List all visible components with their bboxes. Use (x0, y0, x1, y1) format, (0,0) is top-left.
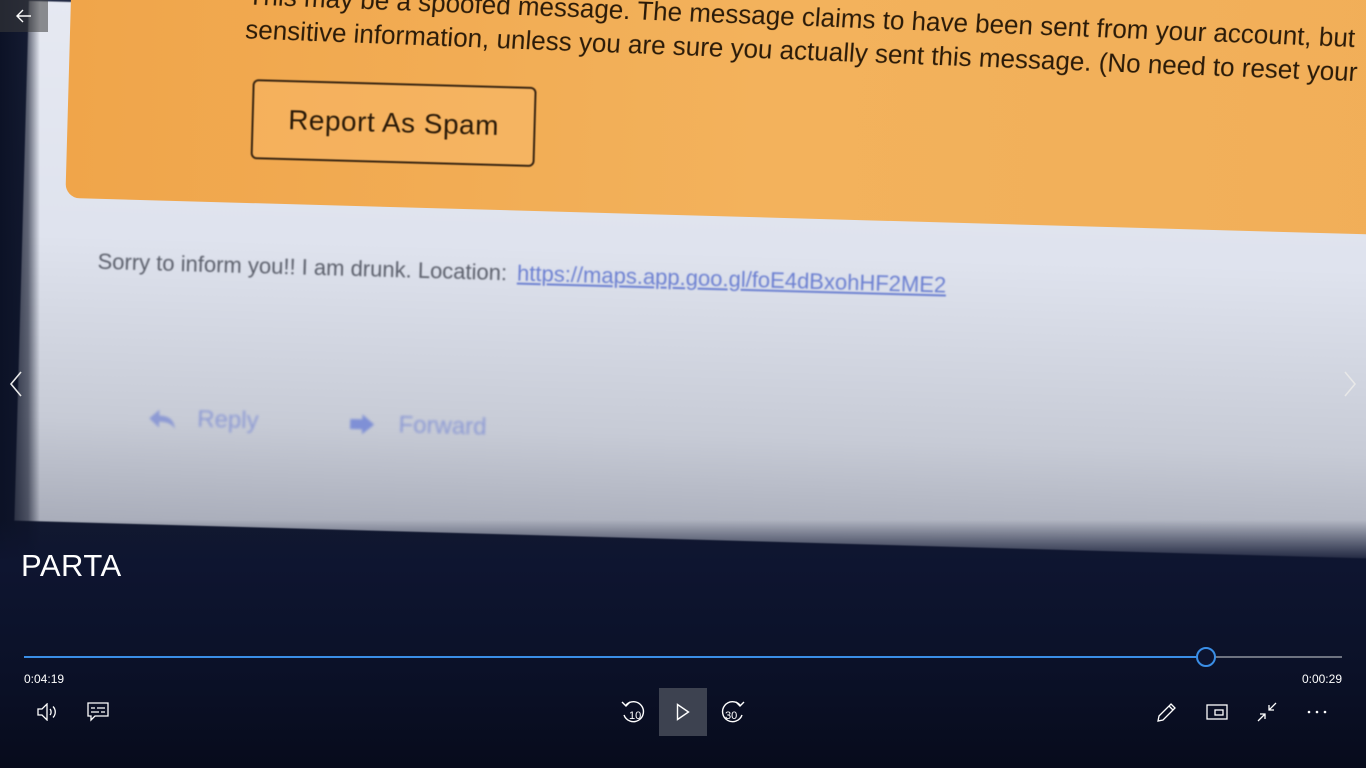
report-spam-button: Report As Spam (250, 79, 537, 168)
elapsed-time: 0:04:19 (24, 672, 65, 686)
more-icon (1307, 710, 1327, 714)
seek-thumb[interactable] (1195, 647, 1216, 667)
forward-seconds: 30 (725, 710, 738, 722)
mini-view-button[interactable] (1193, 688, 1241, 736)
play-button[interactable] (659, 688, 707, 736)
next-button[interactable] (1338, 368, 1362, 400)
warning-text: This may be a spoofed message. The messa… (244, 0, 1366, 94)
seek-bar[interactable] (24, 647, 1342, 667)
rewind-10-button[interactable]: 10 (609, 688, 657, 736)
back-button[interactable] (0, 0, 48, 32)
more-options-button[interactable] (1293, 688, 1341, 736)
previous-button[interactable] (4, 368, 28, 400)
subtitles-button[interactable] (74, 688, 122, 736)
rewind-seconds: 10 (629, 710, 642, 722)
edit-button[interactable] (1143, 688, 1191, 736)
seek-progress (24, 656, 1205, 658)
video-title: PARTA (21, 548, 122, 583)
forward-30-button[interactable]: 30 (709, 688, 757, 736)
frame-left-shadow (0, 0, 40, 560)
forward-label: Forward (398, 411, 487, 441)
forward-icon (350, 414, 375, 435)
reply-icon (149, 409, 175, 430)
chevron-right-icon (1344, 371, 1357, 397)
subtitles-icon (87, 702, 109, 722)
back-arrow-icon (16, 9, 31, 23)
video-frame: This may be a spoofed message. The messa… (0, 0, 1366, 768)
photographed-screen: This may be a spoofed message. The messa… (0, 0, 1366, 599)
pen-icon (1157, 703, 1176, 722)
spoof-warning-banner: This may be a spoofed message. The messa… (65, 0, 1366, 238)
reply-label: Reply (196, 405, 259, 435)
mini-view-icon (1206, 704, 1228, 720)
exit-fullscreen-icon (1257, 702, 1277, 722)
remaining-time: 0:00:29 (1301, 672, 1342, 686)
exit-fullscreen-button[interactable] (1243, 688, 1291, 736)
volume-icon (37, 703, 56, 721)
play-icon (676, 703, 690, 721)
volume-button[interactable] (24, 688, 72, 736)
chevron-left-icon (9, 371, 22, 397)
